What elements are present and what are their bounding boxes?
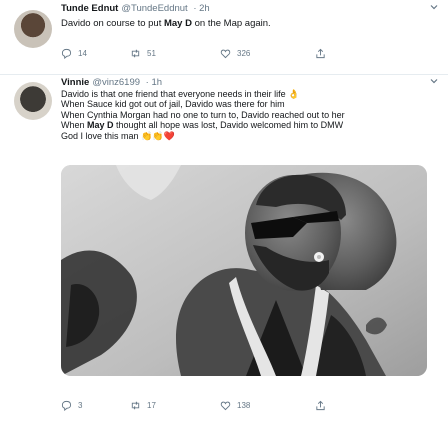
tweet-tunde-ednut[interactable]: Tunde Ednut @TundeEddnut · 2h Davido on c…: [0, 0, 448, 75]
author-name[interactable]: Tunde Ednut: [61, 3, 118, 14]
text-line: When Sauce kid got out of jail, Davido w…: [61, 99, 285, 110]
share-button[interactable]: [315, 400, 332, 411]
retweet-icon: [131, 401, 140, 410]
tweet-text: Davido on course to put May D on the Map…: [61, 18, 271, 29]
author-handle[interactable]: @vinz6199: [92, 77, 140, 88]
tweet-actions: 14 51 326: [61, 48, 332, 59]
avatar[interactable]: [14, 82, 52, 120]
retweet-button[interactable]: 17: [130, 400, 220, 411]
reply-icon: [61, 400, 72, 411]
text-line: God I love this man 👏👏❤️: [61, 130, 175, 141]
author-name[interactable]: Vinnie: [61, 77, 89, 88]
reply-count: 3: [78, 401, 83, 410]
share-icon: [316, 48, 325, 59]
like-button[interactable]: 326: [220, 48, 315, 59]
reply-icon: [61, 48, 72, 59]
share-icon: [316, 400, 325, 411]
text-line: When Cynthia Morgan had no one to turn t…: [61, 109, 345, 120]
tweet-time[interactable]: · 2h: [193, 3, 209, 14]
reply-button[interactable]: 14: [61, 48, 130, 59]
text-line: When May D thought all hope was lost, Da…: [61, 120, 344, 131]
tweet-time[interactable]: · 1h: [146, 77, 162, 88]
tweet-actions: 3 17 138: [61, 400, 332, 411]
like-count: 138: [237, 401, 251, 410]
like-button[interactable]: 138: [220, 400, 315, 411]
heart-icon: [220, 401, 231, 411]
retweet-count: 17: [147, 401, 156, 410]
avatar[interactable]: [14, 10, 52, 48]
chevron-down-icon[interactable]: [429, 2, 439, 12]
tweet-header: Vinnie @vinz6199 · 1h: [61, 77, 162, 88]
reply-button[interactable]: 3: [61, 400, 130, 411]
retweet-count: 51: [147, 49, 156, 58]
photo-image: [61, 165, 427, 376]
tweet-vinnie[interactable]: Vinnie @vinz6199 · 1h Davido is that one …: [0, 74, 448, 421]
retweet-icon: [131, 49, 140, 58]
chevron-down-icon[interactable]: [429, 76, 439, 86]
reply-count: 14: [78, 49, 87, 58]
like-count: 326: [237, 49, 251, 58]
author-handle[interactable]: @TundeEddnut: [121, 3, 187, 14]
share-button[interactable]: [315, 48, 332, 59]
tweet-header: Tunde Ednut @TundeEddnut · 2h: [61, 3, 210, 14]
heart-icon: [220, 49, 231, 59]
text-line: Davido is that one friend that everyone …: [61, 89, 300, 99]
retweet-button[interactable]: 51: [130, 48, 220, 59]
tweet-photo[interactable]: [61, 165, 427, 376]
tweet-text: Davido is that one friend that everyone …: [61, 89, 345, 141]
